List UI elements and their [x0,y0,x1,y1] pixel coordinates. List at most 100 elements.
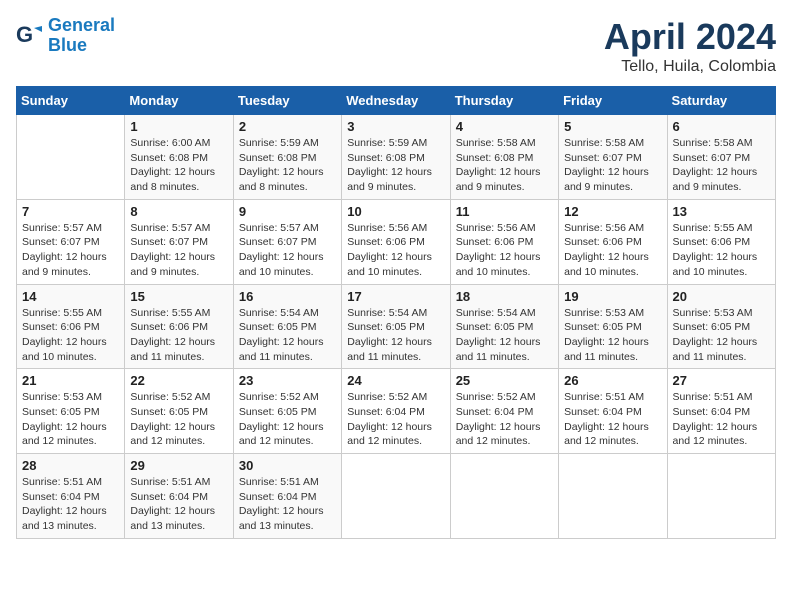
day-number: 15 [130,289,227,304]
calendar-cell [342,454,450,539]
calendar-week-1: 1Sunrise: 6:00 AM Sunset: 6:08 PM Daylig… [17,115,776,200]
calendar-cell: 30 Sunrise: 5:51 AM Sunset: 6:04 PM Dayli… [233,454,341,539]
day-number: 9 [239,204,336,219]
day-info: Sunrise: 5:57 AM Sunset: 6:07 PM Dayligh… [130,221,227,280]
day-info: Sunrise: 5:56 AM Sunset: 6:06 PM Dayligh… [564,221,661,280]
day-info: Sunrise: 5:58 AM Sunset: 6:07 PM Dayligh… [564,136,661,195]
calendar-body: 1Sunrise: 6:00 AM Sunset: 6:08 PM Daylig… [17,115,776,539]
day-info: Sunrise: 5:56 AM Sunset: 6:06 PM Dayligh… [347,221,444,280]
day-info: Sunrise: 5:51 AM Sunset: 6:04 PM Dayligh… [564,390,661,449]
calendar-cell: 1Sunrise: 6:00 AM Sunset: 6:08 PM Daylig… [125,115,233,200]
day-info: Sunrise: 5:59 AM Sunset: 6:08 PM Dayligh… [347,136,444,195]
calendar-cell: 10 Sunrise: 5:56 AM Sunset: 6:06 PM Dayli… [342,199,450,284]
column-header-saturday: Saturday [667,87,775,115]
calendar-cell: 3Sunrise: 5:59 AM Sunset: 6:08 PM Daylig… [342,115,450,200]
day-number: 1 [130,119,227,134]
calendar-cell: 11 Sunrise: 5:56 AM Sunset: 6:06 PM Dayli… [450,199,558,284]
calendar-cell: 27 Sunrise: 5:51 AM Sunset: 6:04 PM Dayli… [667,369,775,454]
day-number: 26 [564,373,661,388]
day-info: Sunrise: 5:53 AM Sunset: 6:05 PM Dayligh… [564,306,661,365]
logo: G GeneralBlue [16,16,115,56]
day-info: Sunrise: 5:55 AM Sunset: 6:06 PM Dayligh… [22,306,119,365]
day-info: Sunrise: 5:51 AM Sunset: 6:04 PM Dayligh… [130,475,227,534]
calendar-cell: 22Sunrise: 5:52 AM Sunset: 6:05 PM Dayli… [125,369,233,454]
calendar-title: April 2024 [604,16,776,58]
calendar-header-row: SundayMondayTuesdayWednesdayThursdayFrid… [17,87,776,115]
calendar-cell [17,115,125,200]
column-header-thursday: Thursday [450,87,558,115]
day-number: 13 [673,204,770,219]
day-number: 29 [130,458,227,473]
day-info: Sunrise: 5:54 AM Sunset: 6:05 PM Dayligh… [456,306,553,365]
day-number: 16 [239,289,336,304]
column-header-friday: Friday [559,87,667,115]
day-number: 30 [239,458,336,473]
day-number: 19 [564,289,661,304]
day-info: Sunrise: 5:52 AM Sunset: 6:05 PM Dayligh… [239,390,336,449]
day-info: Sunrise: 5:54 AM Sunset: 6:05 PM Dayligh… [239,306,336,365]
header: G GeneralBlue April 2024 Tello, Huila, C… [16,16,776,76]
calendar-cell: 25Sunrise: 5:52 AM Sunset: 6:04 PM Dayli… [450,369,558,454]
calendar-cell: 28 Sunrise: 5:51 AM Sunset: 6:04 PM Dayli… [17,454,125,539]
calendar-cell: 4 Sunrise: 5:58 AM Sunset: 6:08 PM Daylig… [450,115,558,200]
day-number: 5 [564,119,661,134]
day-number: 6 [673,119,770,134]
day-number: 24 [347,373,444,388]
calendar-cell: 19 Sunrise: 5:53 AM Sunset: 6:05 PM Dayli… [559,284,667,369]
day-number: 27 [673,373,770,388]
calendar-week-5: 28 Sunrise: 5:51 AM Sunset: 6:04 PM Dayli… [17,454,776,539]
day-info: Sunrise: 5:53 AM Sunset: 6:05 PM Dayligh… [22,390,119,449]
day-number: 11 [456,204,553,219]
calendar-cell: 24 Sunrise: 5:52 AM Sunset: 6:04 PM Dayli… [342,369,450,454]
day-info: Sunrise: 5:58 AM Sunset: 6:07 PM Dayligh… [673,136,770,195]
day-info: Sunrise: 5:51 AM Sunset: 6:04 PM Dayligh… [239,475,336,534]
day-info: Sunrise: 5:55 AM Sunset: 6:06 PM Dayligh… [130,306,227,365]
day-info: Sunrise: 5:51 AM Sunset: 6:04 PM Dayligh… [22,475,119,534]
calendar-cell: 12 Sunrise: 5:56 AM Sunset: 6:06 PM Dayli… [559,199,667,284]
calendar-cell: 14 Sunrise: 5:55 AM Sunset: 6:06 PM Dayli… [17,284,125,369]
day-number: 23 [239,373,336,388]
day-info: Sunrise: 5:57 AM Sunset: 6:07 PM Dayligh… [22,221,119,280]
day-number: 8 [130,204,227,219]
day-number: 18 [456,289,553,304]
logo-text: GeneralBlue [48,16,115,56]
day-number: 10 [347,204,444,219]
day-number: 20 [673,289,770,304]
calendar-cell [667,454,775,539]
calendar-cell: 16 Sunrise: 5:54 AM Sunset: 6:05 PM Dayli… [233,284,341,369]
day-info: Sunrise: 5:52 AM Sunset: 6:04 PM Dayligh… [347,390,444,449]
calendar-table: SundayMondayTuesdayWednesdayThursdayFrid… [16,86,776,539]
calendar-cell: 9 Sunrise: 5:57 AM Sunset: 6:07 PM Daylig… [233,199,341,284]
day-info: Sunrise: 5:51 AM Sunset: 6:04 PM Dayligh… [673,390,770,449]
day-number: 4 [456,119,553,134]
day-number: 12 [564,204,661,219]
title-area: April 2024 Tello, Huila, Colombia [604,16,776,76]
column-header-sunday: Sunday [17,87,125,115]
logo-icon: G [16,22,44,50]
svg-text:G: G [16,22,33,47]
calendar-cell [450,454,558,539]
day-info: Sunrise: 5:54 AM Sunset: 6:05 PM Dayligh… [347,306,444,365]
day-number: 25 [456,373,553,388]
day-number: 14 [22,289,119,304]
day-info: Sunrise: 5:57 AM Sunset: 6:07 PM Dayligh… [239,221,336,280]
day-number: 28 [22,458,119,473]
day-info: Sunrise: 5:56 AM Sunset: 6:06 PM Dayligh… [456,221,553,280]
calendar-cell: 13 Sunrise: 5:55 AM Sunset: 6:06 PM Dayli… [667,199,775,284]
day-info: Sunrise: 5:58 AM Sunset: 6:08 PM Dayligh… [456,136,553,195]
calendar-cell [559,454,667,539]
column-header-tuesday: Tuesday [233,87,341,115]
calendar-week-3: 14 Sunrise: 5:55 AM Sunset: 6:06 PM Dayli… [17,284,776,369]
day-number: 22 [130,373,227,388]
calendar-cell: 23 Sunrise: 5:52 AM Sunset: 6:05 PM Dayli… [233,369,341,454]
day-info: Sunrise: 5:53 AM Sunset: 6:05 PM Dayligh… [673,306,770,365]
column-header-wednesday: Wednesday [342,87,450,115]
day-number: 21 [22,373,119,388]
day-info: Sunrise: 5:55 AM Sunset: 6:06 PM Dayligh… [673,221,770,280]
calendar-subtitle: Tello, Huila, Colombia [604,58,776,76]
calendar-week-4: 21 Sunrise: 5:53 AM Sunset: 6:05 PM Dayli… [17,369,776,454]
calendar-cell: 29 Sunrise: 5:51 AM Sunset: 6:04 PM Dayli… [125,454,233,539]
day-number: 2 [239,119,336,134]
calendar-cell: 20 Sunrise: 5:53 AM Sunset: 6:05 PM Dayli… [667,284,775,369]
calendar-cell: 26 Sunrise: 5:51 AM Sunset: 6:04 PM Dayli… [559,369,667,454]
